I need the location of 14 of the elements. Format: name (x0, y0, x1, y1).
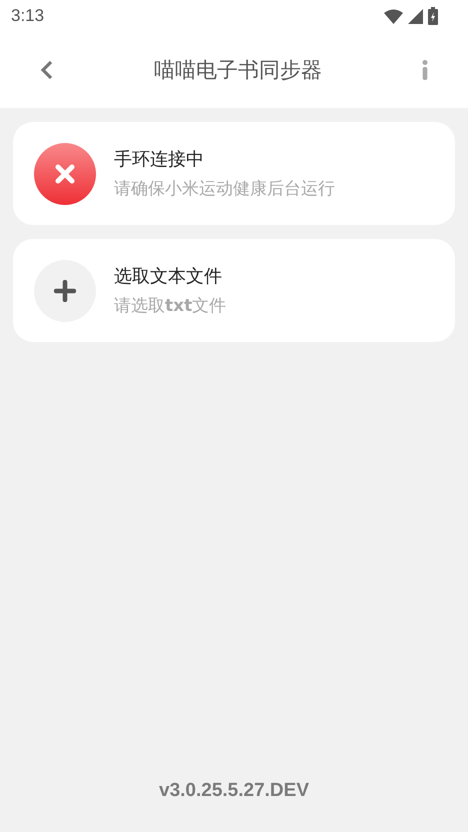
card-subtitle: 请选取txt文件 (114, 295, 226, 317)
battery-icon (428, 7, 438, 25)
wifi-icon (384, 8, 403, 24)
chevron-left-icon (40, 60, 54, 80)
card-title: 选取文本文件 (114, 265, 223, 288)
status-card[interactable]: 手环连接中 请确保小米运动健康后台运行 (13, 122, 455, 225)
status-time: 3:13 (11, 6, 44, 26)
action-card[interactable]: 选取文本文件 请选取txt文件 (13, 239, 455, 342)
card-title: 手环连接中 (114, 148, 205, 171)
card-subtitle: 请确保小米运动健康后台运行 (114, 178, 335, 200)
app-title: 喵喵电子书同步器 (154, 57, 322, 84)
info-icon (422, 60, 428, 80)
version-label: v3.0.25.5.27.DEV (158, 780, 310, 803)
signal-icon (408, 8, 423, 24)
